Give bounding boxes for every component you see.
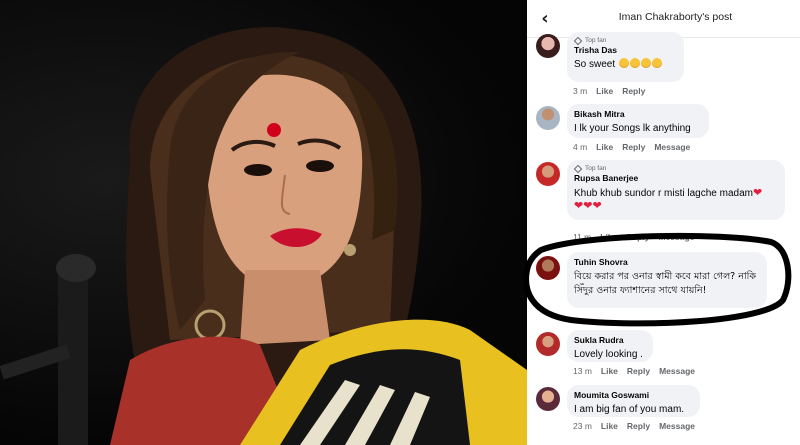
comment-author[interactable]: Trisha Das	[574, 45, 676, 55]
facebook-comments-panel: ‹ Iman Chakraborty's post Top fan Trisha…	[527, 0, 800, 445]
comment-time: 23 m	[573, 421, 592, 431]
avatar[interactable]	[536, 162, 560, 186]
avatar[interactable]	[536, 332, 560, 356]
comment-text: So sweet	[574, 58, 676, 72]
comment-bubble: Top fan Trisha Das So sweet	[567, 32, 684, 82]
comment-bubble: Top fan Rupsa Banerjee Khub khub sundor …	[567, 160, 785, 220]
comment-actions: 23 m Like Reply Message	[573, 421, 695, 431]
heart-icon: ❤	[592, 201, 602, 209]
reply-button[interactable]: Reply	[626, 232, 649, 242]
heart-icon: ❤	[574, 201, 584, 209]
smiling-face-icon	[618, 58, 629, 68]
comment-author[interactable]: Moumita Goswami	[574, 390, 692, 400]
comment-actions: 13 m Like Reply Message	[573, 366, 695, 376]
like-button[interactable]: Like	[600, 232, 617, 242]
comment-bubble: Sukla Rudra Lovely looking .	[567, 330, 653, 362]
message-button[interactable]: Message	[654, 142, 690, 152]
like-button[interactable]: Like	[596, 86, 613, 96]
smiling-face-icon	[640, 58, 651, 68]
comment-text: Lovely looking .	[574, 349, 643, 360]
avatar[interactable]	[536, 34, 560, 58]
comment-author[interactable]: Rupsa Banerjee	[574, 173, 777, 183]
comment-actions: 3 m Like Reply	[573, 86, 645, 96]
message-button[interactable]: Message	[659, 366, 695, 376]
post-title: Iman Chakraborty's post	[618, 11, 733, 23]
avatar[interactable]	[536, 387, 560, 411]
smiling-face-icon	[629, 58, 640, 68]
comment-actions: 11 m Like Reply Message	[573, 232, 694, 242]
heart-icon: ❤	[752, 187, 763, 199]
comment-time: 11 m	[573, 232, 592, 242]
avatar[interactable]	[536, 256, 560, 280]
microphone-icon	[0, 254, 96, 445]
comment-bubble: Tuhin Shovra বিয়ে করার পর ওনার স্বামী ক…	[567, 252, 767, 308]
comment-time: 3 m	[573, 86, 588, 96]
reply-button[interactable]: Reply	[622, 86, 645, 96]
top-fan-badge: Top fan	[573, 164, 777, 173]
comment-author[interactable]: Sukla Rudra	[574, 335, 645, 345]
comment-hearts: ❤❤❤	[574, 201, 777, 209]
comment-text: I lk your Songs lk anything	[574, 123, 691, 134]
smiling-face-icon	[651, 58, 662, 68]
bindi-dot	[267, 123, 281, 137]
diamond-icon	[573, 164, 583, 173]
reply-button[interactable]: Reply	[627, 421, 650, 431]
message-button[interactable]: Message	[658, 232, 694, 242]
comment-actions: 4 m Like Reply Message	[573, 142, 690, 152]
like-button[interactable]: Like	[601, 366, 618, 376]
comment-bubble: Bikash Mitra I lk your Songs lk anything	[567, 104, 709, 138]
news-photo	[0, 0, 527, 445]
comment-author[interactable]: Bikash Mitra	[574, 109, 701, 119]
comment-time: 13 m	[573, 366, 592, 376]
comment-author[interactable]: Tuhin Shovra	[574, 257, 759, 267]
comment-text: I am big fan of you mam.	[574, 404, 685, 415]
woman-portrait-illustration	[0, 27, 527, 445]
comment-bubble: Moumita Goswami I am big fan of you mam.	[567, 385, 700, 417]
message-button[interactable]: Message	[659, 421, 695, 431]
chevron-left-icon[interactable]: ‹	[535, 8, 555, 30]
diamond-icon	[573, 36, 583, 45]
comment-text: বিয়ে করার পর ওনার স্বামী কবে মারা গেল? …	[574, 271, 757, 296]
comment-text: Khub khub sundor r misti lagche madam❤	[574, 187, 763, 199]
reply-button[interactable]: Reply	[622, 142, 645, 152]
like-button[interactable]: Like	[601, 421, 618, 431]
avatar[interactable]	[536, 106, 560, 130]
like-button[interactable]: Like	[596, 142, 613, 152]
top-fan-badge: Top fan	[573, 36, 676, 45]
reply-button[interactable]: Reply	[627, 366, 650, 376]
comment-time: 4 m	[573, 142, 588, 152]
